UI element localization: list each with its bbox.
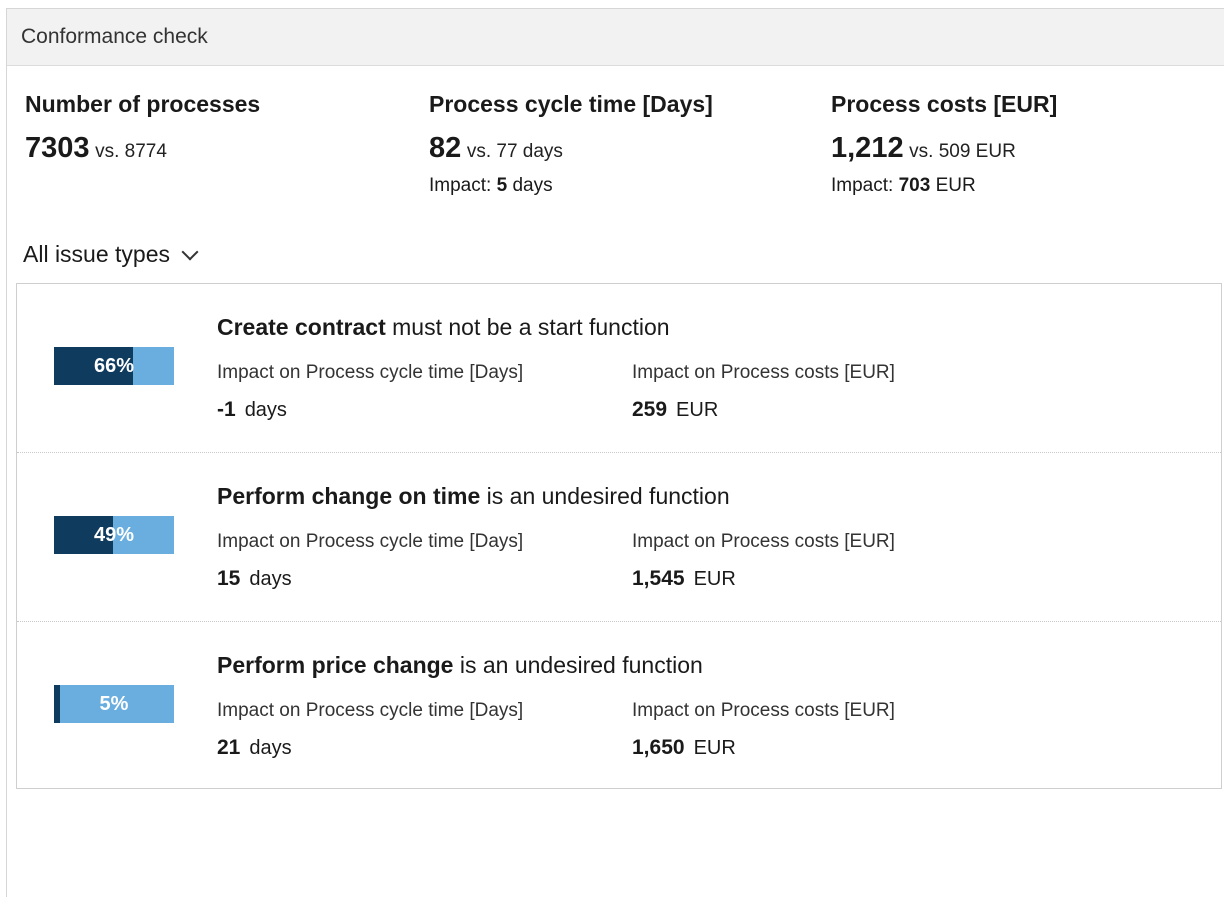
percent-bar: 5% [54, 685, 174, 723]
cost-impact-value: 1,545 EUR [632, 567, 895, 591]
cycle-time-impact-unit: days [249, 568, 292, 590]
kpi-value-line: 82 vs. 77 days [429, 132, 713, 165]
cycle-time-impact-unit: days [249, 737, 292, 759]
kpi-number-of-processes: Number of processes 7303 vs. 8774 [25, 91, 260, 165]
issue-title-rule: is an undesired function [480, 483, 730, 509]
issue-title-function: Perform price change [217, 652, 454, 678]
issue-title-function: Perform change on time [217, 483, 481, 509]
panel-title: Conformance check [21, 25, 208, 48]
kpi-row: Number of processes 7303 vs. 8774 Proces… [25, 91, 1215, 221]
issue-title: Create contract must not be a start func… [217, 314, 670, 341]
cycle-time-impact-label: Impact on Process cycle time [Days] [217, 362, 524, 383]
kpi-comparison: vs. 8774 [95, 141, 167, 162]
kpi-value: 1,212 [831, 132, 904, 164]
kpi-comparison: vs. 509 EUR [909, 141, 1016, 162]
cost-impact-label: Impact on Process costs [EUR] [632, 700, 895, 721]
cost-impact: Impact on Process costs [EUR] 259 EUR [632, 362, 895, 422]
issue-title: Perform price change is an undesired fun… [217, 652, 703, 679]
cost-impact-number: 1,545 [632, 567, 685, 590]
cycle-time-impact-unit: days [244, 399, 287, 421]
cost-impact-value: 1,650 EUR [632, 736, 895, 760]
cycle-time-impact-label: Impact on Process cycle time [Days] [217, 700, 524, 721]
kpi-value: 82 [429, 132, 462, 164]
issue-type-dropdown[interactable]: All issue types [23, 241, 199, 268]
cycle-time-impact-value: -1 days [217, 398, 523, 422]
issue-title: Perform change on time is an undesired f… [217, 483, 730, 510]
kpi-impact-unit: days [512, 175, 553, 196]
issue-list: 66% Create contract must not be a start … [16, 283, 1222, 789]
percent-bar: 66% [54, 347, 174, 385]
kpi-impact: Impact: 5 days [429, 175, 713, 197]
cycle-time-impact: Impact on Process cycle time [Days] 21 da… [217, 700, 523, 760]
issue-type-dropdown-label: All issue types [23, 241, 171, 267]
kpi-impact-label: Impact: [831, 175, 894, 196]
cost-impact: Impact on Process costs [EUR] 1,545 EUR [632, 531, 895, 591]
conformance-check-panel: Conformance check Number of processes 73… [6, 8, 1224, 897]
cost-impact-unit: EUR [676, 399, 719, 421]
cycle-time-impact-label: Impact on Process cycle time [Days] [217, 531, 524, 552]
kpi-impact: Impact: 703 EUR [831, 175, 1057, 197]
chevron-down-icon [181, 243, 199, 260]
percent-bar-label: 5% [99, 692, 129, 715]
cost-impact-label: Impact on Process costs [EUR] [632, 531, 895, 552]
kpi-impact-label: Impact: [429, 175, 492, 196]
cycle-time-impact: Impact on Process cycle time [Days] -1 da… [217, 362, 523, 422]
kpi-title: Process cycle time [Days] [429, 91, 713, 117]
issue-title-function: Create contract [217, 314, 386, 340]
kpi-impact-unit: EUR [935, 175, 976, 196]
issue-title-rule: is an undesired function [453, 652, 703, 678]
cost-impact-number: 1,650 [632, 736, 685, 759]
cycle-time-impact: Impact on Process cycle time [Days] 15 da… [217, 531, 523, 591]
cost-impact-unit: EUR [693, 737, 736, 759]
percent-bar: 49% [54, 516, 174, 554]
kpi-value-line: 7303 vs. 8774 [25, 132, 260, 165]
kpi-process-cycle-time: Process cycle time [Days] 82 vs. 77 days… [429, 91, 713, 197]
cost-impact-label: Impact on Process costs [EUR] [632, 362, 895, 383]
kpi-impact-value: 5 [496, 175, 508, 196]
panel-header: Conformance check [7, 9, 1224, 66]
kpi-impact-value: 703 [898, 175, 931, 196]
cost-impact: Impact on Process costs [EUR] 1,650 EUR [632, 700, 895, 760]
kpi-title: Number of processes [25, 91, 261, 117]
percent-bar-label: 66% [93, 354, 135, 377]
list-item[interactable]: 49% Perform change on time is an undesir… [17, 453, 1221, 622]
cost-impact-unit: EUR [693, 568, 736, 590]
kpi-title: Process costs [EUR] [831, 91, 1058, 117]
cycle-time-impact-number: 21 [217, 736, 241, 759]
kpi-value: 7303 [25, 132, 90, 164]
cycle-time-impact-value: 21 days [217, 736, 523, 760]
list-item[interactable]: 66% Create contract must not be a start … [17, 284, 1221, 453]
cycle-time-impact-number: -1 [217, 398, 236, 421]
issue-title-rule: must not be a start function [385, 314, 670, 340]
list-item[interactable]: 5% Perform price change is an undesired … [17, 622, 1221, 788]
kpi-comparison: vs. 77 days [466, 141, 563, 162]
kpi-process-costs: Process costs [EUR] 1,212 vs. 509 EUR Im… [831, 91, 1057, 197]
cost-impact-value: 259 EUR [632, 398, 895, 422]
cycle-time-impact-number: 15 [217, 567, 241, 590]
cost-impact-number: 259 [632, 398, 668, 421]
percent-bar-label: 49% [93, 523, 135, 546]
cycle-time-impact-value: 15 days [217, 567, 523, 591]
kpi-value-line: 1,212 vs. 509 EUR [831, 132, 1057, 165]
